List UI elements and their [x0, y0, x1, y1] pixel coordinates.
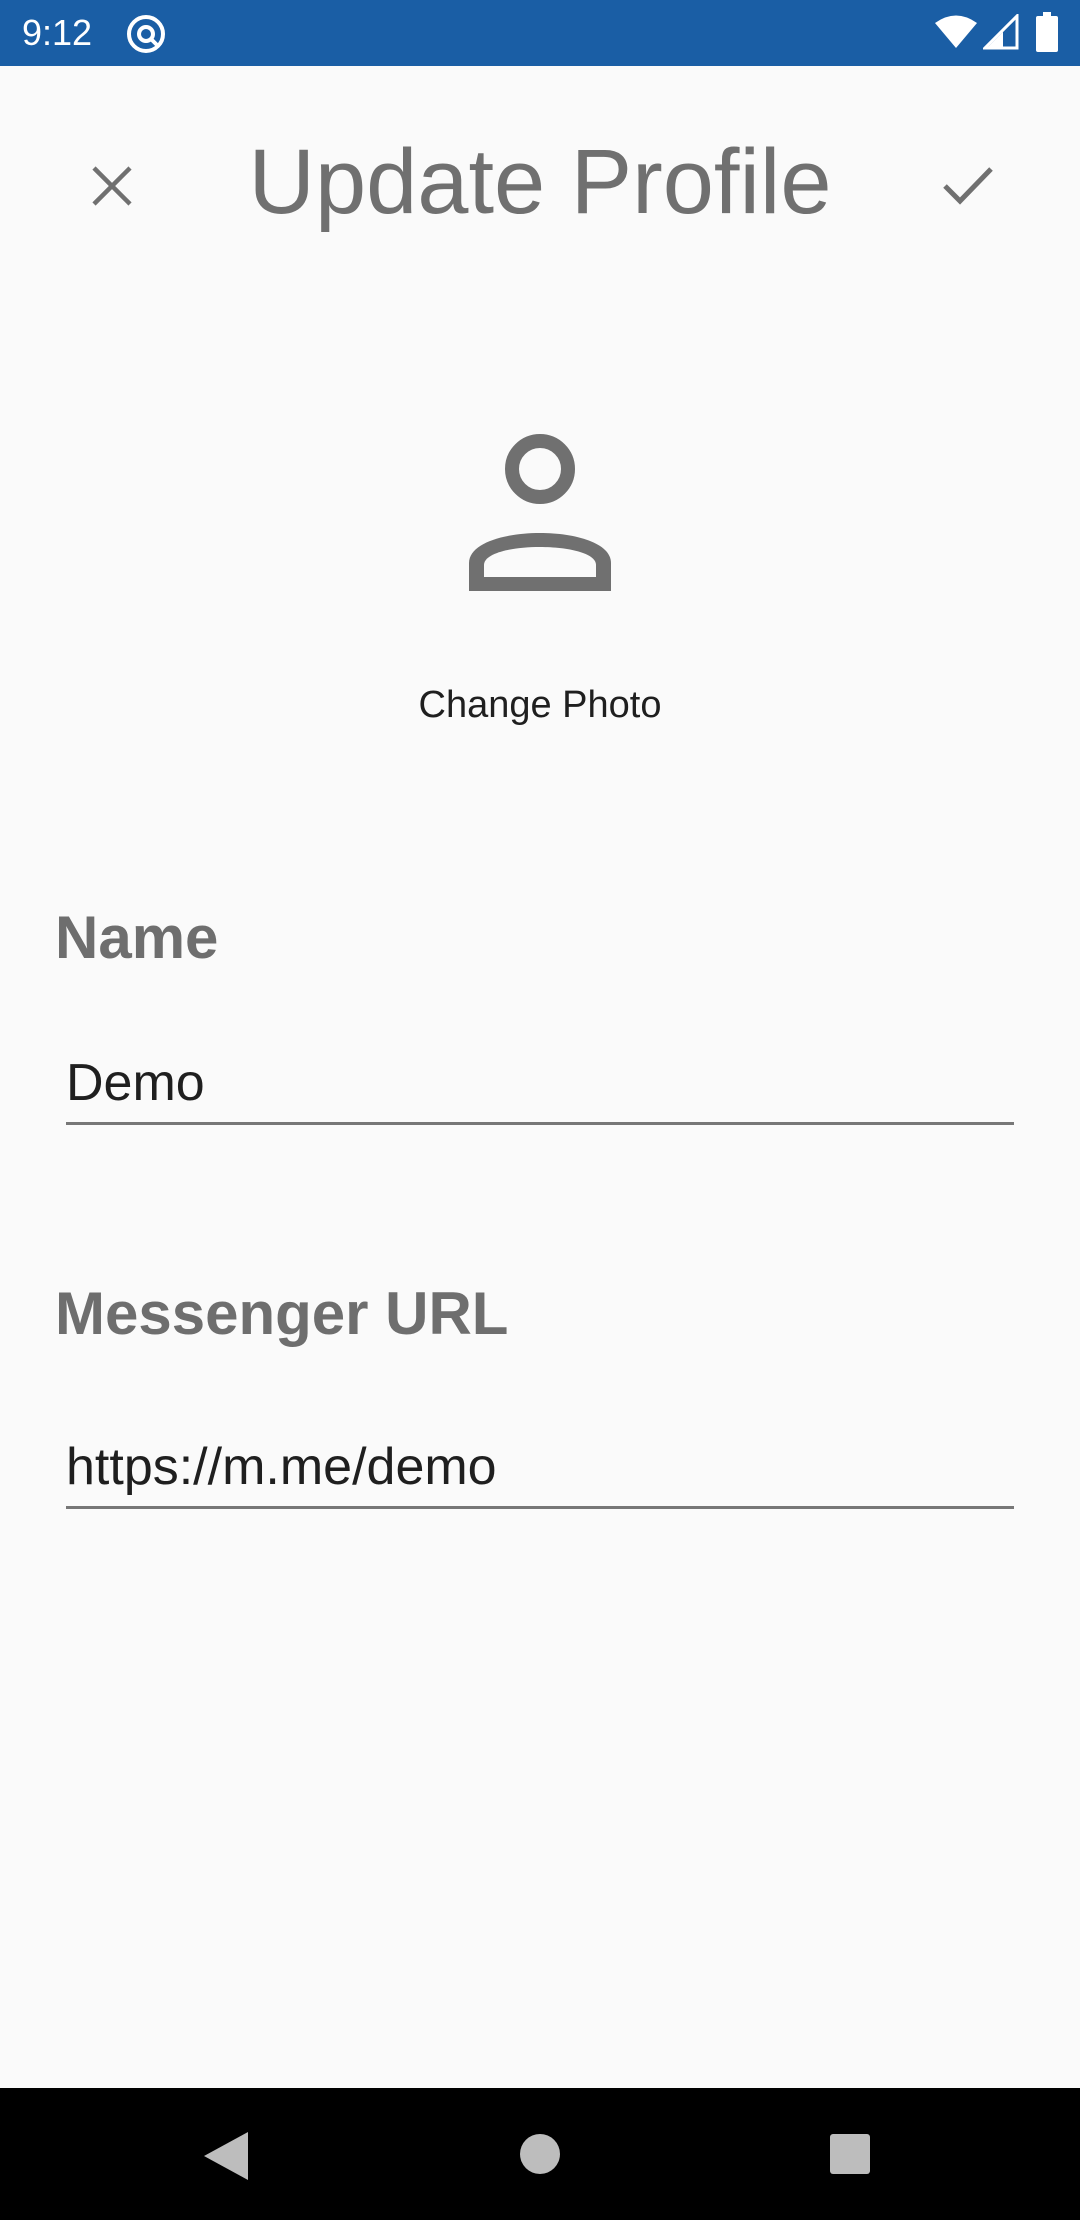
page-title: Update Profile	[248, 131, 832, 233]
avatar[interactable]	[440, 410, 640, 610]
close-icon	[92, 166, 132, 206]
cell-signal-icon	[983, 14, 1019, 50]
close-button[interactable]	[72, 146, 152, 226]
person-icon	[469, 434, 611, 591]
wifi-icon	[935, 15, 977, 48]
toolbar: Update Profile	[0, 66, 1080, 286]
home-circle-icon[interactable]	[518, 2132, 562, 2176]
checkmark-icon	[943, 167, 993, 205]
at-sign-icon	[127, 15, 165, 53]
confirm-button[interactable]	[928, 146, 1008, 226]
messenger-url-field[interactable]	[66, 1428, 1014, 1509]
change-photo-button[interactable]: Change Photo	[340, 678, 740, 732]
back-triangle-icon[interactable]	[202, 2130, 252, 2182]
recents-square-icon[interactable]	[828, 2132, 872, 2176]
navigation-bar	[0, 2088, 1080, 2220]
battery-icon	[1036, 12, 1058, 52]
status-bar: 9:12	[0, 0, 1080, 66]
name-field[interactable]	[66, 1044, 1014, 1125]
messenger-url-label: Messenger URL	[55, 1280, 509, 1347]
name-label: Name	[55, 904, 219, 971]
status-time: 9:12	[22, 12, 93, 53]
